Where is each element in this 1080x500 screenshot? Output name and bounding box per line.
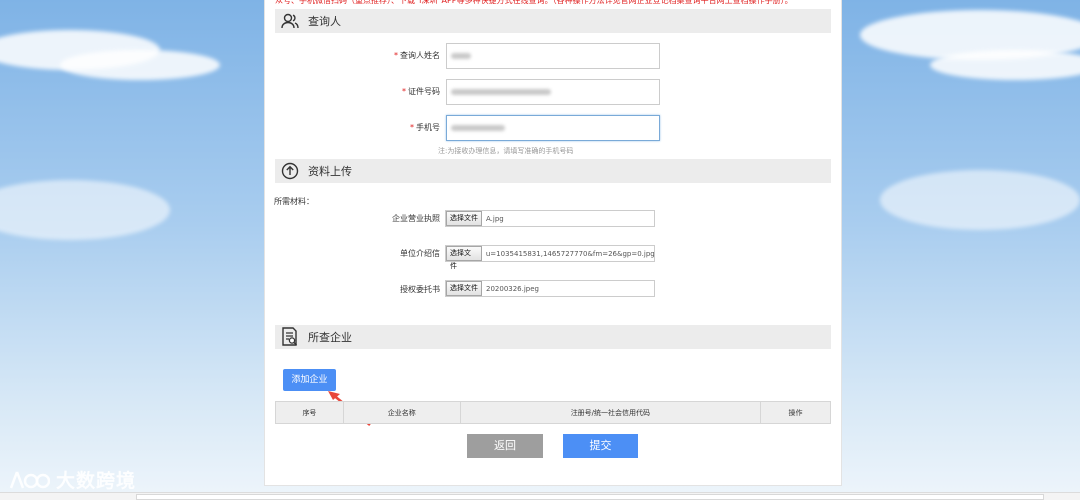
- background-cloud: [0, 180, 170, 240]
- column-header-actions: 操作: [760, 401, 831, 424]
- table-header-row: 序号 企业名称 注册号/统一社会信用代码 操作: [275, 401, 831, 424]
- upload-icon: [280, 161, 300, 181]
- name-label: * 查询人姓名: [394, 51, 440, 60]
- upload-label-license: 企业营业执照: [392, 214, 440, 223]
- company-table: 序号 企业名称 注册号/统一社会信用代码 操作: [275, 401, 831, 424]
- file-name: 20200326.jpeg: [486, 284, 539, 293]
- document-search-icon: [280, 327, 300, 347]
- background-cloud: [930, 50, 1080, 80]
- upload-label-letter: 单位介绍信: [400, 249, 440, 258]
- section-header-inquirer: 查询人: [275, 9, 831, 33]
- background-cloud: [60, 50, 220, 80]
- section-header-company: 所查企业: [275, 325, 831, 349]
- phone-field[interactable]: [446, 115, 660, 141]
- user-group-icon: [280, 11, 300, 31]
- choose-file-button[interactable]: 选择文件: [446, 246, 482, 270]
- phone-label: * 手机号: [410, 123, 440, 132]
- choose-file-button[interactable]: 选择文件: [446, 281, 482, 296]
- file-input-authorization[interactable]: 选择文件 20200326.jpeg: [445, 280, 655, 297]
- section-title: 查询人: [308, 15, 341, 28]
- section-title: 资料上传: [308, 165, 352, 178]
- file-input-letter[interactable]: 选择文件 u=1035415831,1465727770&fm=26&gp=0.…: [445, 245, 655, 270]
- upload-label-authorization: 授权委托书: [400, 285, 440, 294]
- file-name: A.jpg: [486, 214, 504, 223]
- section-title: 所查企业: [308, 331, 352, 344]
- scrollbar-thumb[interactable]: [136, 494, 1044, 500]
- materials-title: 所需材料：: [274, 197, 314, 206]
- phone-hint: 注:为接收办理信息，请填写准确的手机号码: [438, 147, 574, 155]
- name-field[interactable]: [446, 43, 660, 69]
- back-button[interactable]: 返回: [467, 434, 543, 458]
- file-name: u=1035415831,1465727770&fm=26&gp=0.jpg: [485, 249, 654, 258]
- id-number-label: * 证件号码: [402, 87, 440, 96]
- column-header-registration-code: 注册号/统一社会信用代码: [459, 401, 762, 424]
- file-input-license[interactable]: 选择文件 A.jpg: [445, 210, 655, 227]
- watermark-logo-icon: [9, 471, 50, 488]
- background-cloud: [880, 170, 1080, 230]
- choose-file-button[interactable]: 选择文件: [446, 211, 482, 226]
- notice-text: 众号、手机微信扫码（重点推荐）、下载“i深圳”APP等多种快捷方式在线查询。（各…: [275, 0, 793, 5]
- id-number-field[interactable]: [446, 79, 660, 105]
- column-header-company-name: 企业名称: [342, 401, 461, 424]
- watermark: 大数跨境: [8, 466, 136, 493]
- column-header-index: 序号: [275, 401, 344, 424]
- submit-button[interactable]: 提交: [563, 434, 638, 458]
- section-header-upload: 资料上传: [275, 159, 831, 183]
- watermark-text: 大数跨境: [56, 470, 137, 492]
